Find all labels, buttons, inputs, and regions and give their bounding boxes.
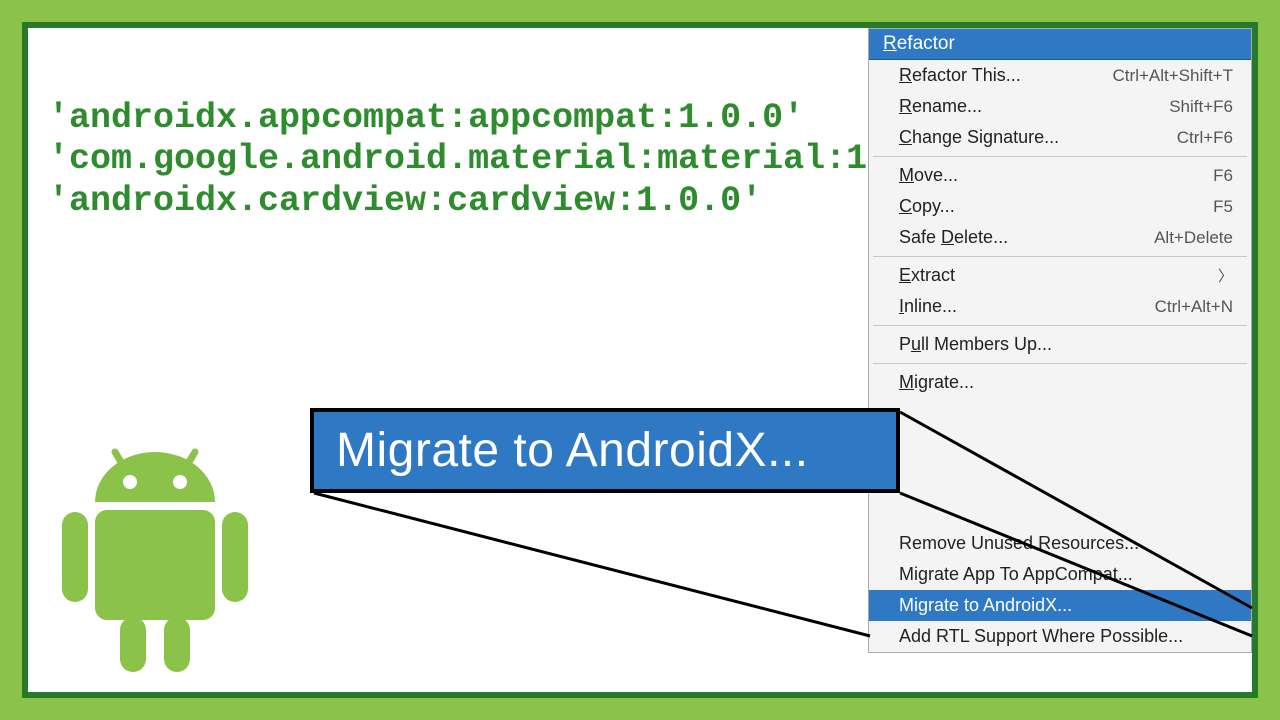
code-line-1: 'androidx.appcompat:appcompat:1.0.0'	[48, 98, 804, 138]
refactor-menu: Refactor Refactor This... Ctrl+Alt+Shift…	[868, 28, 1252, 653]
menu-item-refactor-this[interactable]: Refactor This... Ctrl+Alt+Shift+T	[869, 60, 1251, 91]
menu-item-copy[interactable]: Copy... F5	[869, 191, 1251, 222]
code-snippet: 'androidx.appcompat:appcompat:1.0.0' 'co…	[48, 98, 972, 222]
menu-item-rename[interactable]: Rename... Shift+F6	[869, 91, 1251, 122]
magnified-callout: Migrate to AndroidX...	[310, 408, 900, 493]
menu-separator	[873, 325, 1247, 326]
menu-separator	[873, 363, 1247, 364]
menu-item-pull-members-up[interactable]: Pull Members Up...	[869, 329, 1251, 360]
menu-item-move[interactable]: Move... F6	[869, 160, 1251, 191]
submenu-arrow-icon: 〉	[1208, 265, 1233, 286]
menu-item-add-rtl-support[interactable]: Add RTL Support Where Possible...	[869, 621, 1251, 652]
content-frame: 'androidx.appcompat:appcompat:1.0.0' 'co…	[22, 22, 1258, 698]
menu-item-remove-unused-resources[interactable]: Remove Unused Resources...	[869, 528, 1251, 559]
menu-item-change-signature[interactable]: Change Signature... Ctrl+F6	[869, 122, 1251, 153]
menu-item-migrate-to-androidx[interactable]: Migrate to AndroidX...	[869, 590, 1251, 621]
menu-item-safe-delete[interactable]: Safe Delete... Alt+Delete	[869, 222, 1251, 253]
code-line-2: 'com.google.android.material:material:1.…	[48, 139, 972, 179]
menu-item-extract[interactable]: Extract 〉	[869, 260, 1251, 291]
menu-item-migrate[interactable]: Migrate...	[869, 367, 1251, 398]
menu-header-refactor[interactable]: Refactor	[869, 29, 1251, 60]
code-line-3: 'androidx.cardview:cardview:1.0.0'	[48, 181, 762, 221]
android-logo	[50, 432, 260, 682]
menu-item-inline[interactable]: Inline... Ctrl+Alt+N	[869, 291, 1251, 322]
menu-item-migrate-app-to-appcompat[interactable]: Migrate App To AppCompat...	[869, 559, 1251, 590]
menu-separator	[873, 156, 1247, 157]
magnified-label: Migrate to AndroidX...	[336, 423, 809, 478]
menu-gap-covered	[869, 398, 1251, 528]
menu-separator	[873, 256, 1247, 257]
